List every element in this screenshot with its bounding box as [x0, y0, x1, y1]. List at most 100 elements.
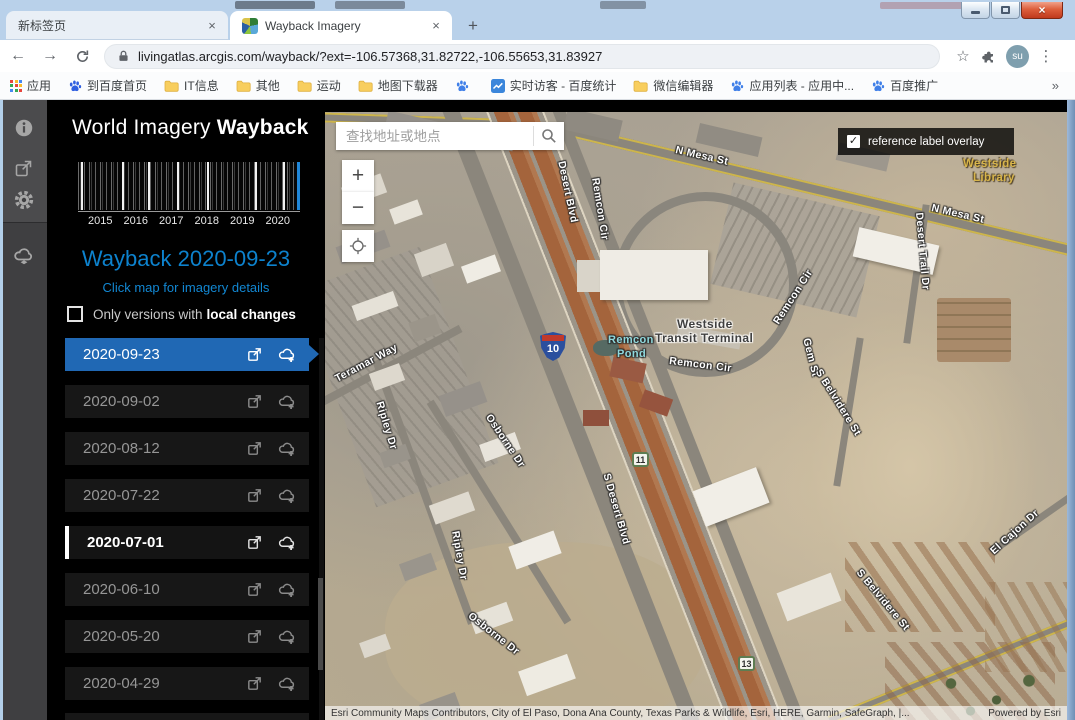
map-building-terracotta: [583, 410, 609, 426]
window-frame: [0, 0, 1075, 11]
version-share-icon[interactable]: [243, 486, 265, 506]
reference-label-overlay-toggle[interactable]: ✓ reference label overlay: [838, 128, 1014, 155]
bookmark-baidu-home[interactable]: 到百度首页: [68, 77, 147, 94]
version-add-to-cloud-icon[interactable]: [276, 674, 298, 694]
toolbar-right: ☆ su ⋮: [950, 43, 1059, 69]
version-row-2020-07-01[interactable]: 2020-07-01: [65, 526, 309, 559]
version-share-icon[interactable]: [243, 392, 265, 412]
share-button[interactable]: [0, 151, 47, 185]
version-add-to-cloud-icon[interactable]: [276, 439, 298, 459]
version-share-icon[interactable]: [243, 533, 265, 553]
info-button[interactable]: [0, 111, 47, 145]
zoom-out-button[interactable]: −: [342, 192, 374, 224]
version-row-2020-07-22[interactable]: 2020-07-22: [65, 479, 309, 512]
timeline-bar: [81, 162, 83, 210]
version-row-partial[interactable]: [65, 713, 309, 720]
bookmark-folder-map-downloader[interactable]: 地图下载器: [358, 77, 438, 94]
version-date: 2020-09-02: [83, 393, 243, 410]
version-row-2020-04-29[interactable]: 2020-04-29: [65, 667, 309, 700]
locate-button[interactable]: [342, 230, 374, 262]
folder-icon: [633, 80, 648, 92]
tab-wayback-imagery[interactable]: Wayback Imagery ×: [230, 11, 452, 40]
imagery-details-link[interactable]: Click map for imagery details: [47, 280, 325, 295]
window-caption-buttons: ×: [960, 2, 1063, 19]
map-label-remcon-pond: Remcon: [608, 334, 654, 346]
filter-label-bold: local changes: [207, 307, 296, 322]
map-canvas[interactable]: N Mesa St N Mesa St Westside Library Des…: [325, 112, 1067, 720]
bookmark-folder-other[interactable]: 其他: [236, 77, 280, 94]
map-building-mall: [600, 250, 708, 300]
map-building: [429, 491, 475, 524]
bookmark-folder-it[interactable]: IT信息: [164, 77, 219, 94]
minimize-button[interactable]: [961, 2, 990, 19]
bookmark-apps[interactable]: 应用: [10, 77, 51, 94]
apps-grid-icon: [10, 80, 22, 92]
bookmark-paw[interactable]: [455, 79, 474, 93]
version-share-icon[interactable]: [243, 345, 265, 365]
forward-button[interactable]: →: [36, 43, 64, 69]
bookmark-folder-wechat-editor[interactable]: 微信编辑器: [633, 77, 713, 94]
tab-new-tab-page[interactable]: 新标签页 ×: [6, 11, 228, 40]
close-button[interactable]: ×: [1021, 2, 1063, 19]
cloud-layers-icon: [12, 245, 36, 269]
export-animation-button[interactable]: [0, 240, 47, 274]
version-barcode-timeline[interactable]: [78, 162, 300, 210]
version-share-icon[interactable]: [243, 627, 265, 647]
bookmark-folder-sport[interactable]: 运动: [297, 77, 341, 94]
version-date: 2020-07-22: [83, 487, 243, 504]
map-attribution: Esri Community Maps Contributors, City o…: [325, 706, 1067, 720]
bookmark-baidu-analytics[interactable]: 实时访客 - 百度统计: [491, 77, 617, 94]
version-share-icon[interactable]: [243, 439, 265, 459]
version-date: 2020-07-01: [87, 534, 243, 551]
bookmarks-overflow-chevron[interactable]: »: [1052, 78, 1059, 93]
browser-menu-icon[interactable]: ⋮: [1033, 43, 1059, 69]
locate-icon: [349, 237, 367, 255]
overlay-checkbox[interactable]: ✓: [847, 135, 860, 148]
sidebar-scrollbar[interactable]: [319, 338, 324, 720]
version-share-icon[interactable]: [243, 580, 265, 600]
version-row-2020-09-02[interactable]: 2020-09-02: [65, 385, 309, 418]
extensions-puzzle-icon[interactable]: [976, 43, 1002, 69]
bookmark-app-list[interactable]: 应用列表 - 应用中...: [730, 77, 854, 94]
local-changes-filter[interactable]: Only versions with local changes: [67, 306, 296, 322]
version-row-2020-06-10[interactable]: 2020-06-10: [65, 573, 309, 606]
search-input[interactable]: [336, 122, 533, 150]
window-border-right: [1067, 100, 1075, 720]
zoom-in-button[interactable]: +: [342, 160, 374, 192]
map-search-box[interactable]: [336, 122, 564, 150]
maximize-button[interactable]: [991, 2, 1020, 19]
window-border-left: [0, 100, 3, 720]
address-bar[interactable]: livingatlas.arcgis.com/wayback/?ext=-106…: [104, 44, 940, 69]
scrollbar-thumb[interactable]: [318, 578, 323, 670]
filter-checkbox[interactable]: [67, 306, 83, 322]
timeline-axis: [78, 211, 300, 212]
timeline-bar: [283, 162, 285, 210]
bookmark-baidu-promotion[interactable]: 百度推广: [871, 77, 938, 94]
gear-icon: [13, 189, 35, 211]
settings-button[interactable]: [0, 183, 47, 217]
maximize-icon: [1001, 6, 1010, 14]
version-row-2020-08-12[interactable]: 2020-08-12: [65, 432, 309, 465]
version-add-to-cloud-icon[interactable]: [276, 580, 298, 600]
version-add-to-cloud-icon[interactable]: [276, 533, 298, 553]
bookmark-label: IT信息: [184, 77, 219, 94]
version-add-to-cloud-icon[interactable]: [276, 627, 298, 647]
bookmark-star-icon[interactable]: ☆: [950, 43, 976, 69]
version-row-2020-09-23[interactable]: 2020-09-23: [65, 338, 309, 371]
search-button[interactable]: [534, 122, 564, 150]
version-row-2020-05-20[interactable]: 2020-05-20: [65, 620, 309, 653]
wayback-sidebar: World Imagery Wayback 2015 2016 2017 201…: [47, 100, 325, 720]
version-add-to-cloud-icon[interactable]: [276, 392, 298, 412]
version-date: 2020-04-29: [83, 675, 243, 692]
version-date: 2020-09-23: [83, 346, 243, 363]
tab-close-icon[interactable]: ×: [428, 18, 444, 34]
reload-button[interactable]: [68, 43, 96, 69]
back-button[interactable]: ←: [4, 43, 32, 69]
version-share-icon[interactable]: [243, 674, 265, 694]
profile-avatar[interactable]: su: [1006, 45, 1029, 68]
map-building: [389, 199, 423, 224]
new-tab-button[interactable]: +: [460, 14, 486, 38]
version-add-to-cloud-icon[interactable]: [276, 486, 298, 506]
tab-close-icon[interactable]: ×: [204, 18, 220, 34]
version-add-to-cloud-icon[interactable]: [276, 345, 298, 365]
